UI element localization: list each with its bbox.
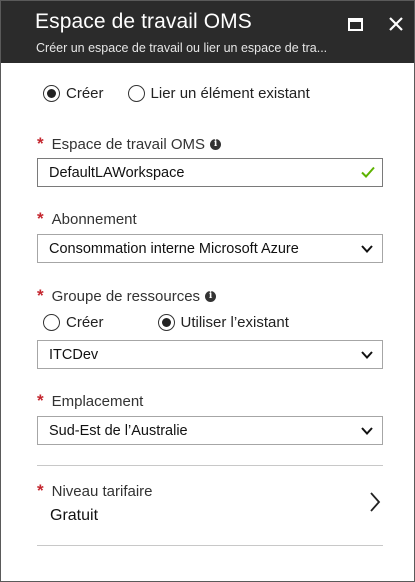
resource-group-radio-group: Créer Utiliser l’existant <box>43 314 307 331</box>
radio-create-resource-group[interactable] <box>43 314 60 331</box>
radio-create-label[interactable]: Créer <box>66 85 104 102</box>
divider <box>37 545 383 546</box>
required-marker: * <box>37 134 44 153</box>
mode-radio-group: Créer Lier un élément existant <box>43 85 328 102</box>
close-button[interactable] <box>385 13 407 35</box>
radio-use-existing[interactable] <box>157 314 175 331</box>
blade-title: Espace de travail OMS <box>35 10 252 33</box>
required-marker: * <box>37 286 44 305</box>
pricing-tier-selector[interactable]: * Niveau tarifaire Gratuit <box>37 467 383 545</box>
location-value: Sud-Est de l’Australie <box>49 422 188 439</box>
chevron-down-icon <box>361 427 373 435</box>
oms-workspace-blade: Espace de travail OMS Créer un espace de… <box>0 0 415 582</box>
chevron-down-icon <box>361 351 373 359</box>
chevron-right-icon <box>370 492 381 512</box>
radio-link-label[interactable]: Lier un élément existant <box>151 85 310 102</box>
info-icon[interactable]: i <box>210 138 222 150</box>
info-icon[interactable]: i <box>205 290 217 302</box>
close-icon <box>389 17 403 31</box>
workspace-label-row: * Espace de travail OMS i <box>37 134 222 154</box>
required-marker: * <box>37 481 44 500</box>
chevron-down-icon <box>361 245 373 253</box>
radio-link-existing[interactable] <box>127 85 145 102</box>
checkmark-icon <box>361 166 375 178</box>
required-marker: * <box>37 209 44 228</box>
pricing-tier-value: Gratuit <box>50 507 99 524</box>
radio-selected-dot <box>161 318 171 327</box>
resource-group-value: ITCDev <box>49 346 99 363</box>
blade-subtitle: Créer un espace de travail ou lier un es… <box>36 41 328 55</box>
subscription-label-row: * Abonnement <box>37 209 137 229</box>
location-label: Emplacement <box>51 392 144 410</box>
radio-use-existing-label[interactable]: Utiliser l’existant <box>181 314 289 331</box>
blade-header: Espace de travail OMS Créer un espace de… <box>1 1 414 63</box>
resource-group-label: Groupe de ressources <box>51 287 201 305</box>
divider <box>37 465 383 466</box>
maximize-icon <box>347 17 363 31</box>
workspace-name-input[interactable]: DefaultLAWorkspace <box>37 158 383 187</box>
pricing-tier-label: Niveau tarifaire <box>51 482 153 500</box>
maximize-button[interactable] <box>344 13 366 35</box>
radio-selected-dot <box>47 89 56 98</box>
location-label-row: * Emplacement <box>37 391 143 411</box>
subscription-value: Consommation interne Microsoft Azure <box>49 240 299 257</box>
required-marker: * <box>37 391 44 410</box>
pricing-tier-label-row: * Niveau tarifaire <box>37 481 153 501</box>
subscription-select[interactable]: Consommation interne Microsoft Azure <box>37 234 383 263</box>
workspace-label: Espace de travail OMS <box>51 135 206 153</box>
radio-create-rg-label[interactable]: Créer <box>66 314 104 331</box>
resource-group-label-row: * Groupe de ressources i <box>37 286 217 306</box>
radio-create-workspace[interactable] <box>43 85 60 102</box>
workspace-name-value: DefaultLAWorkspace <box>49 164 185 181</box>
resource-group-select[interactable]: ITCDev <box>37 340 383 369</box>
location-select[interactable]: Sud-Est de l’Australie <box>37 416 383 445</box>
subscription-label: Abonnement <box>51 210 137 228</box>
